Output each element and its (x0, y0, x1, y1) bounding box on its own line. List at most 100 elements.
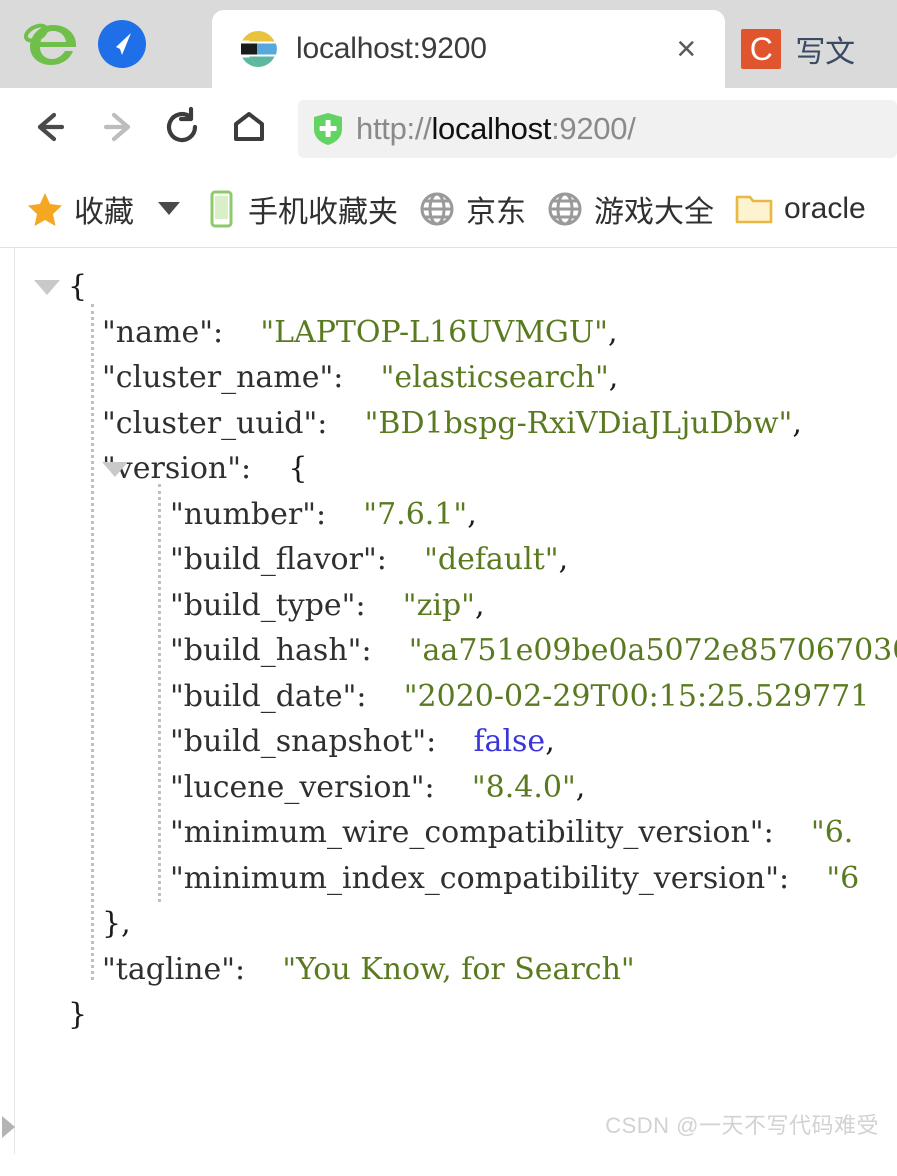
navigator-compass-logo[interactable] (94, 16, 150, 72)
navigation-toolbar: http://localhost:9200/ (0, 88, 897, 170)
json-string-value: "BD1bspg-RxiVDiaJLjuDbw" (364, 405, 793, 441)
bookmark-label: 收藏 (74, 195, 134, 229)
json-string-value: "aa751e09be0a5072e857067030 (408, 633, 897, 668)
json-punctuation: { (288, 451, 308, 486)
back-button[interactable] (18, 96, 84, 162)
tab-strip-area: localhost:9200 × C 写文 (0, 0, 897, 88)
bookmark-label: 京东 (466, 195, 526, 229)
json-line: "minimum_index_compatibility_version": "6 (34, 856, 897, 902)
json-line: "lucene_version": "8.4.0", (34, 765, 897, 811)
page-content: {"name": "LAPTOP-L16UVMGU", "cluster_name"… (0, 248, 897, 1154)
json-punctuation: , (474, 587, 485, 623)
json-string-value: "LAPTOP-L16UVMGU" (260, 314, 608, 350)
home-button[interactable] (216, 96, 282, 162)
elasticsearch-favicon (238, 29, 278, 69)
expand-left-panel-triangle[interactable] (2, 1116, 15, 1138)
json-key: "minimum_wire_compatibility_version": (170, 815, 774, 850)
collapse-triangle-icon[interactable] (102, 462, 128, 477)
json-string-value: "6 (826, 860, 860, 896)
json-line: "tagline": "You Know, for Search" (34, 947, 897, 993)
json-key: "name": (102, 314, 224, 350)
home-icon (226, 104, 272, 155)
tab-localhost-9200[interactable]: localhost:9200 × (212, 10, 726, 88)
json-line: "build_hash": "aa751e09be0a5072e857067030 (34, 628, 897, 674)
forward-icon (94, 104, 140, 155)
json-punctuation: , (467, 496, 477, 532)
csdn-favicon: C (741, 29, 782, 69)
json-boolean-value: false (473, 724, 546, 759)
content-left-divider (14, 248, 15, 1154)
bookmark-jd[interactable]: 京东 (408, 180, 536, 238)
globe-icon (418, 190, 456, 228)
star-icon (26, 190, 64, 228)
chevron-down-icon[interactable] (158, 202, 180, 215)
json-line: "minimum_wire_compatibility_version": "6. (34, 810, 897, 856)
json-line: "build_flavor": "default", (34, 537, 897, 583)
json-line: "build_type": "zip", (34, 583, 897, 629)
json-string-value: "8.4.0" (471, 769, 576, 805)
url-path: / (627, 111, 636, 146)
tab-title: 写文 (795, 36, 855, 69)
json-key: "build_flavor": (170, 542, 387, 577)
json-key: "tagline": (102, 951, 246, 987)
json-string-value: "zip" (402, 587, 475, 623)
bookmark-favorites[interactable]: 收藏 (16, 180, 144, 238)
json-viewer[interactable]: {"name": "LAPTOP-L16UVMGU", "cluster_name"… (34, 264, 897, 1038)
json-punctuation: , (608, 360, 619, 395)
collapse-triangle-icon[interactable] (34, 280, 60, 295)
browser-brand-icons (0, 0, 212, 88)
bookmark-games[interactable]: 游戏大全 (536, 180, 724, 238)
json-line: "name": "LAPTOP-L16UVMGU", (34, 310, 897, 356)
json-line: "number": "7.6.1", (34, 492, 897, 538)
json-key: "build_hash": (170, 633, 372, 668)
csdn-favicon-letter: C (741, 29, 782, 69)
json-key: "build_date": (170, 678, 367, 714)
json-key: "build_type": (170, 587, 366, 623)
bookmark-mobile-favorites[interactable]: 手机收藏夹 (194, 180, 408, 238)
json-key: "lucene_version": (170, 769, 435, 805)
bookmark-label: 游戏大全 (594, 195, 714, 229)
globe-icon (546, 190, 584, 228)
json-punctuation: , (792, 405, 802, 441)
bookmark-oracle[interactable]: oracle (724, 180, 876, 238)
folder-icon (734, 191, 774, 227)
reload-icon (160, 104, 206, 155)
json-string-value: "You Know, for Search" (282, 951, 635, 987)
internet-explorer-logo[interactable] (22, 13, 84, 75)
tab-strip: localhost:9200 × C 写文 (212, 0, 897, 88)
json-key: "cluster_name": (102, 360, 344, 395)
json-key: "cluster_uuid": (102, 405, 328, 441)
json-punctuation: , (545, 724, 555, 759)
bookmarks-bar: 收藏 手机收藏夹 京东 游戏大全 oracle (0, 170, 897, 248)
mobile-icon (204, 190, 238, 228)
json-key: "build_snapshot": (170, 724, 437, 759)
green-shield-plus-icon[interactable] (312, 112, 344, 146)
json-line: "cluster_uuid": "BD1bspg-RxiVDiaJLjuDbw", (34, 401, 897, 447)
close-icon[interactable]: × (669, 32, 703, 66)
address-bar-url: http://localhost:9200/ (356, 111, 636, 147)
json-string-value: "default" (424, 542, 559, 577)
bookmark-label: 手机收藏夹 (248, 195, 398, 229)
json-string-value: "2020-02-29T00:15:25.529771 (403, 678, 870, 714)
json-line: } (34, 992, 897, 1038)
json-line: "version":{ (34, 446, 897, 492)
json-punctuation: } (68, 997, 88, 1032)
back-icon (28, 104, 74, 155)
json-string-value: "6. (810, 815, 854, 850)
url-host: localhost (431, 111, 552, 146)
json-line: "cluster_name": "elasticsearch", (34, 355, 897, 401)
reload-button[interactable] (150, 96, 216, 162)
bookmark-label: oracle (784, 191, 866, 225)
json-punctuation: { (68, 269, 88, 304)
browser-window: localhost:9200 × C 写文 http://localhost:9… (0, 0, 897, 1176)
tab-csdn[interactable]: C 写文 (725, 10, 897, 88)
json-punctuation: , (558, 542, 569, 577)
watermark: CSDN @一天不写代码难受 (605, 1113, 879, 1138)
tab-title: localhost:9200 (296, 32, 487, 65)
json-line: "build_date": "2020-02-29T00:15:25.529771 (34, 674, 897, 720)
json-line: "build_snapshot": false, (34, 719, 897, 765)
json-punctuation: }, (102, 906, 131, 941)
json-punctuation: , (607, 314, 618, 350)
forward-button[interactable] (84, 96, 150, 162)
address-bar[interactable]: http://localhost:9200/ (298, 100, 897, 158)
